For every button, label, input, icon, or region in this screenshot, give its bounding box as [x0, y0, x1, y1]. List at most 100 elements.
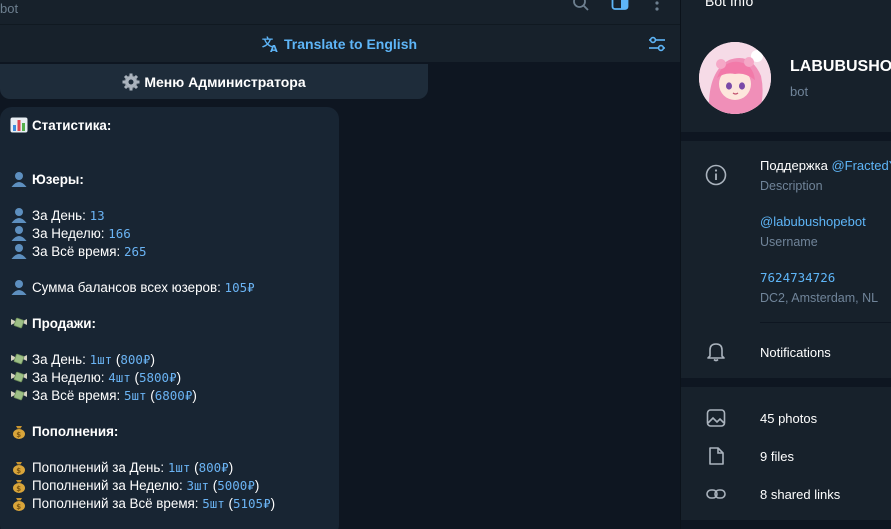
user-icon	[11, 244, 27, 259]
paren-close: )	[176, 369, 182, 385]
sidebar-toggle-icon[interactable]	[611, 0, 629, 12]
sales-week-label: За Неделю:	[32, 369, 109, 385]
users-all-line: За Всё время: 265	[10, 242, 147, 260]
topup-week-line: $ Пополнений за Неделю: 3шт (5000₽)	[10, 476, 259, 494]
chat-header: bot	[0, 0, 680, 24]
files-count[interactable]: 9 files	[760, 449, 794, 464]
money-bag-icon: $	[13, 498, 25, 511]
section-divider	[681, 378, 891, 387]
users-all-label: За Всё время:	[32, 243, 124, 259]
admin-menu-button[interactable]: Меню Администратора	[0, 64, 428, 99]
svg-text:$: $	[16, 503, 21, 511]
paren-open: (	[130, 369, 139, 385]
users-week-label: За Неделю:	[32, 225, 109, 241]
support-link[interactable]: @FractedY	[831, 158, 891, 173]
users-all-value: 265	[123, 243, 147, 259]
users-day-label: За День:	[32, 207, 90, 223]
svg-text:A: A	[270, 44, 278, 53]
bot-id-value[interactable]: 7624734726	[760, 270, 835, 285]
dc-label: DC2, Amsterdam, NL	[760, 291, 879, 305]
user-icon	[11, 280, 27, 295]
description-text[interactable]: Поддержка @FractedY	[760, 158, 891, 173]
paren-close: )	[228, 459, 234, 475]
bell-icon[interactable]	[705, 340, 727, 362]
user-icon	[11, 208, 27, 223]
notifications-label[interactable]: Notifications	[760, 345, 831, 360]
bot-type-label: bot	[790, 84, 809, 99]
sales-title: Продажи:	[32, 315, 96, 331]
avatar[interactable]	[699, 42, 771, 114]
settings-sliders-icon[interactable]	[647, 35, 667, 53]
stats-title-line: Статистика:	[10, 116, 111, 134]
balance-line: Сумма балансов всех юзеров: 105₽	[10, 278, 255, 296]
paren-close: )	[150, 351, 155, 367]
translate-button[interactable]: 文 A Translate to English	[262, 35, 417, 53]
chat-status: bot	[0, 1, 19, 16]
users-week-line: За Неделю: 166	[10, 224, 131, 242]
stats-title: Статистика:	[32, 117, 112, 133]
money-wings-icon	[11, 317, 27, 329]
money-wings-icon	[11, 389, 27, 401]
sales-all-label: За Всё время:	[32, 387, 124, 403]
svg-text:$: $	[16, 485, 21, 493]
sales-all-sum: 6800₽	[154, 387, 193, 403]
money-wings-icon	[11, 353, 27, 365]
row-divider	[760, 322, 891, 323]
users-title-line: Юзеры:	[10, 170, 84, 188]
users-title: Юзеры:	[32, 171, 84, 187]
links-count[interactable]: 8 shared links	[760, 487, 840, 502]
sales-day-line: За День: 1шт (800₽)	[10, 350, 155, 368]
topup-all-line: $ Пополнений за Всё время: 5шт (5105₽)	[10, 494, 275, 512]
money-bag-icon: $	[13, 426, 25, 439]
users-day-value: 13	[89, 207, 105, 223]
paren-open: (	[146, 387, 155, 403]
money-bag-icon: $	[13, 462, 25, 475]
topup-title: Пополнения:	[32, 423, 119, 439]
username-label: Username	[760, 235, 818, 249]
avatar-image	[699, 42, 771, 114]
link-icon[interactable]	[705, 483, 727, 505]
description-label: Description	[760, 179, 823, 193]
topup-title-line: $ Пополнения:	[10, 422, 118, 440]
topup-week-sum: 5000₽	[217, 477, 255, 493]
topup-all-sum: 5105₽	[232, 495, 271, 511]
section-divider	[681, 132, 891, 141]
photos-count[interactable]: 45 photos	[760, 411, 817, 426]
photo-icon[interactable]	[705, 407, 727, 429]
chat-area: bot 文 A Translate to English Меню Админи…	[0, 0, 680, 529]
description-prefix: Поддержка	[760, 158, 832, 173]
bot-name: LABUBUSHOPE	[790, 58, 891, 75]
topup-week-count: 3шт	[186, 477, 210, 493]
topup-day-sum: 800₽	[198, 459, 229, 475]
search-icon[interactable]	[572, 0, 590, 12]
sales-day-count: 1шт	[89, 351, 113, 367]
paren-open: (	[224, 495, 233, 511]
sales-day-sum: 800₽	[120, 351, 151, 367]
balance-value: 105₽	[224, 279, 255, 295]
balance-label: Сумма балансов всех юзеров:	[32, 279, 225, 295]
chart-icon	[10, 117, 28, 133]
file-icon[interactable]	[705, 445, 727, 467]
money-bag-icon: $	[13, 480, 25, 493]
username-value[interactable]: @labubushopebot	[760, 214, 866, 229]
bot-info-panel: Bot Info LABUBUSHOPE bot	[680, 0, 891, 529]
telegram-window: bot 文 A Translate to English Меню Админи…	[0, 0, 891, 529]
more-icon[interactable]	[648, 0, 666, 12]
topup-week-label: Пополнений за Неделю:	[32, 477, 187, 493]
sales-all-line: За Всё время: 5шт (6800₽)	[10, 386, 197, 404]
paren-close: )	[192, 387, 197, 403]
user-icon	[11, 172, 27, 187]
translate-label: Translate to English	[284, 36, 418, 52]
svg-text:$: $	[16, 431, 21, 439]
sales-week-sum: 5800₽	[138, 369, 177, 385]
gear-icon	[122, 73, 140, 90]
section-divider	[681, 520, 891, 529]
topup-day-line: $ Пополнений за День: 1шт (800₽)	[10, 458, 233, 476]
sales-all-count: 5шт	[123, 387, 147, 403]
paren-open: (	[190, 459, 199, 475]
paren-open: (	[209, 477, 218, 493]
users-day-line: За День: 13	[10, 206, 105, 224]
paren-open: (	[112, 351, 121, 367]
paren-close: )	[254, 477, 260, 493]
users-week-value: 166	[108, 225, 131, 241]
